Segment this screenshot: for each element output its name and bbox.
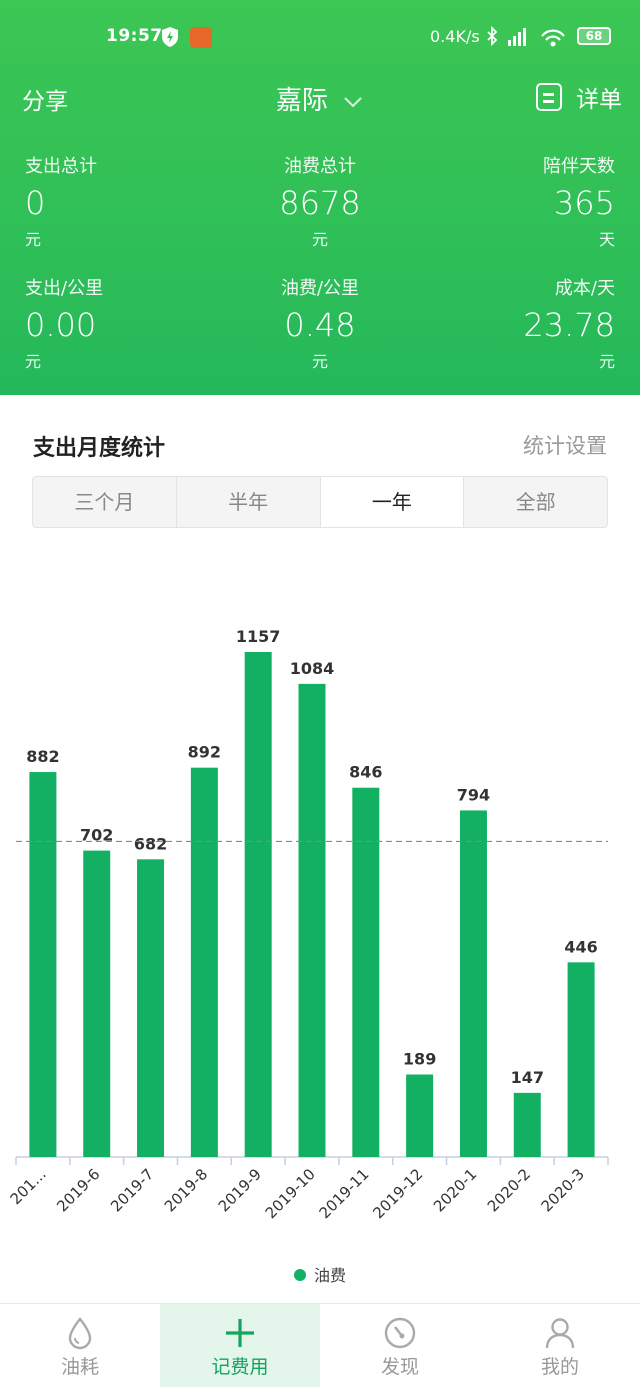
stat-label: 油费/公里 bbox=[280, 278, 360, 299]
legend-swatch bbox=[293, 1268, 306, 1281]
stat-value: 0 bbox=[25, 184, 46, 222]
stat-value: 0.48 bbox=[284, 306, 356, 344]
data-label: 189 bbox=[403, 1050, 436, 1069]
section-title: 支出月度统计 bbox=[33, 436, 166, 461]
drop-icon bbox=[68, 1317, 92, 1350]
stat-total-expense: 支出总计 0 元 bbox=[25, 152, 225, 250]
data-label: 446 bbox=[564, 937, 597, 956]
data-label: 794 bbox=[457, 785, 490, 804]
chart-bar bbox=[567, 962, 595, 1157]
stat-expense-per-km: 支出/公里 0.00 元 bbox=[25, 274, 225, 372]
detail-button[interactable]: 详单 bbox=[536, 80, 622, 114]
chart-bar bbox=[190, 767, 218, 1157]
stat-fuel-per-km: 油费/公里 0.48 元 bbox=[220, 274, 420, 372]
detail-label: 详单 bbox=[576, 87, 622, 113]
chart-bar bbox=[298, 683, 326, 1157]
x-tick-label: 2019-6 bbox=[53, 1165, 103, 1215]
chevron-down-icon bbox=[344, 96, 362, 107]
stat-label: 成本/天 bbox=[554, 278, 615, 299]
net-speed: 0.4K/s bbox=[430, 27, 480, 46]
tab-label: 我的 bbox=[540, 1356, 579, 1378]
stat-unit: 元 bbox=[311, 230, 328, 249]
stat-unit: 元 bbox=[25, 230, 42, 249]
x-tick-label: 2019-11 bbox=[316, 1165, 373, 1222]
tab-add-expense[interactable]: 记费用 bbox=[160, 1304, 320, 1387]
stat-value: 23.78 bbox=[523, 306, 615, 344]
stat-days: 陪伴天数 365 天 bbox=[415, 152, 615, 250]
bottom-tab-bar: 油耗 记费用 发现 我的 bbox=[0, 1303, 640, 1387]
data-label: 846 bbox=[349, 763, 382, 782]
chart-bar bbox=[459, 810, 487, 1157]
stats-settings-button[interactable]: 统计设置 bbox=[523, 430, 607, 460]
range-selector: 三个月 半年 一年 全部 bbox=[32, 476, 608, 528]
chart-bar bbox=[513, 1092, 541, 1157]
status-bar: 19:57 0.4K/s 68 bbox=[0, 0, 640, 72]
tab-mine[interactable]: 我的 bbox=[480, 1304, 640, 1387]
tab-label: 油耗 bbox=[60, 1356, 99, 1378]
gauge-icon bbox=[384, 1317, 416, 1349]
x-tick-label: 2020-1 bbox=[430, 1165, 480, 1215]
data-label: 1084 bbox=[290, 659, 335, 678]
stat-value: 8678 bbox=[279, 184, 361, 222]
stat-value: 0.00 bbox=[25, 306, 97, 344]
x-tick-label: 2020-3 bbox=[538, 1165, 588, 1215]
stat-unit: 元 bbox=[25, 352, 42, 371]
top-bar: 分享 嘉际 详单 bbox=[0, 76, 640, 120]
x-tick-label: 2019-9 bbox=[215, 1165, 265, 1215]
data-label: 682 bbox=[134, 834, 167, 853]
plus-icon bbox=[226, 1319, 254, 1347]
legend-label: 油费 bbox=[313, 1266, 346, 1285]
range-tab-one-year[interactable]: 一年 bbox=[320, 477, 465, 527]
x-tick-label: 2020-2 bbox=[484, 1165, 534, 1215]
stat-total-fuel: 油费总计 8678 元 bbox=[220, 152, 420, 250]
data-label: 892 bbox=[188, 743, 221, 762]
app-notification-icon bbox=[190, 27, 212, 48]
stat-cost-per-day: 成本/天 23.78 元 bbox=[415, 274, 615, 372]
chart-bar bbox=[83, 850, 111, 1157]
stat-label: 陪伴天数 bbox=[543, 156, 615, 177]
stat-value: 365 bbox=[553, 184, 615, 222]
car-name: 嘉际 bbox=[275, 86, 328, 116]
stat-unit: 天 bbox=[598, 230, 615, 249]
chart-legend[interactable]: 油费 bbox=[0, 1262, 640, 1286]
data-label: 147 bbox=[511, 1068, 544, 1087]
list-icon bbox=[536, 83, 562, 111]
stat-label: 支出总计 bbox=[25, 156, 97, 177]
chart-bar bbox=[29, 772, 57, 1157]
range-tab-half-year[interactable]: 半年 bbox=[177, 477, 321, 527]
data-label: 1157 bbox=[236, 627, 281, 646]
stat-label: 油费总计 bbox=[284, 156, 356, 177]
chart-bar bbox=[244, 652, 272, 1157]
x-tick-label: 201... bbox=[7, 1165, 50, 1208]
range-tab-all[interactable]: 全部 bbox=[464, 477, 607, 527]
tab-label: 记费用 bbox=[211, 1356, 269, 1378]
x-tick-label: 2019-12 bbox=[369, 1165, 426, 1222]
data-label: 882 bbox=[26, 747, 59, 766]
person-icon bbox=[545, 1318, 575, 1349]
tab-fuel-consumption[interactable]: 油耗 bbox=[0, 1304, 160, 1387]
tab-label: 发现 bbox=[380, 1356, 419, 1378]
monthly-expense-chart: 882201...7022019-66822019-78922019-81157… bbox=[7, 627, 609, 1222]
tab-discover[interactable]: 发现 bbox=[320, 1304, 480, 1387]
x-tick-label: 2019-10 bbox=[262, 1165, 319, 1222]
range-tab-3-months[interactable]: 三个月 bbox=[33, 477, 177, 527]
chart-bar bbox=[352, 787, 380, 1157]
stat-label: 支出/公里 bbox=[25, 278, 104, 299]
stat-unit: 元 bbox=[598, 352, 615, 371]
summary-header: 19:57 0.4K/s 68 分享 嘉际 详单 支出总计 0 元 油费总计 8… bbox=[0, 0, 640, 395]
shield-icon bbox=[162, 27, 178, 47]
battery-indicator: 68 bbox=[577, 27, 611, 45]
x-tick-label: 2019-7 bbox=[107, 1165, 157, 1215]
stat-unit: 元 bbox=[311, 352, 328, 371]
chart-bar bbox=[406, 1074, 434, 1157]
chart-bar bbox=[137, 859, 165, 1157]
status-time: 19:57 bbox=[106, 26, 163, 46]
x-tick-label: 2019-8 bbox=[161, 1165, 211, 1215]
